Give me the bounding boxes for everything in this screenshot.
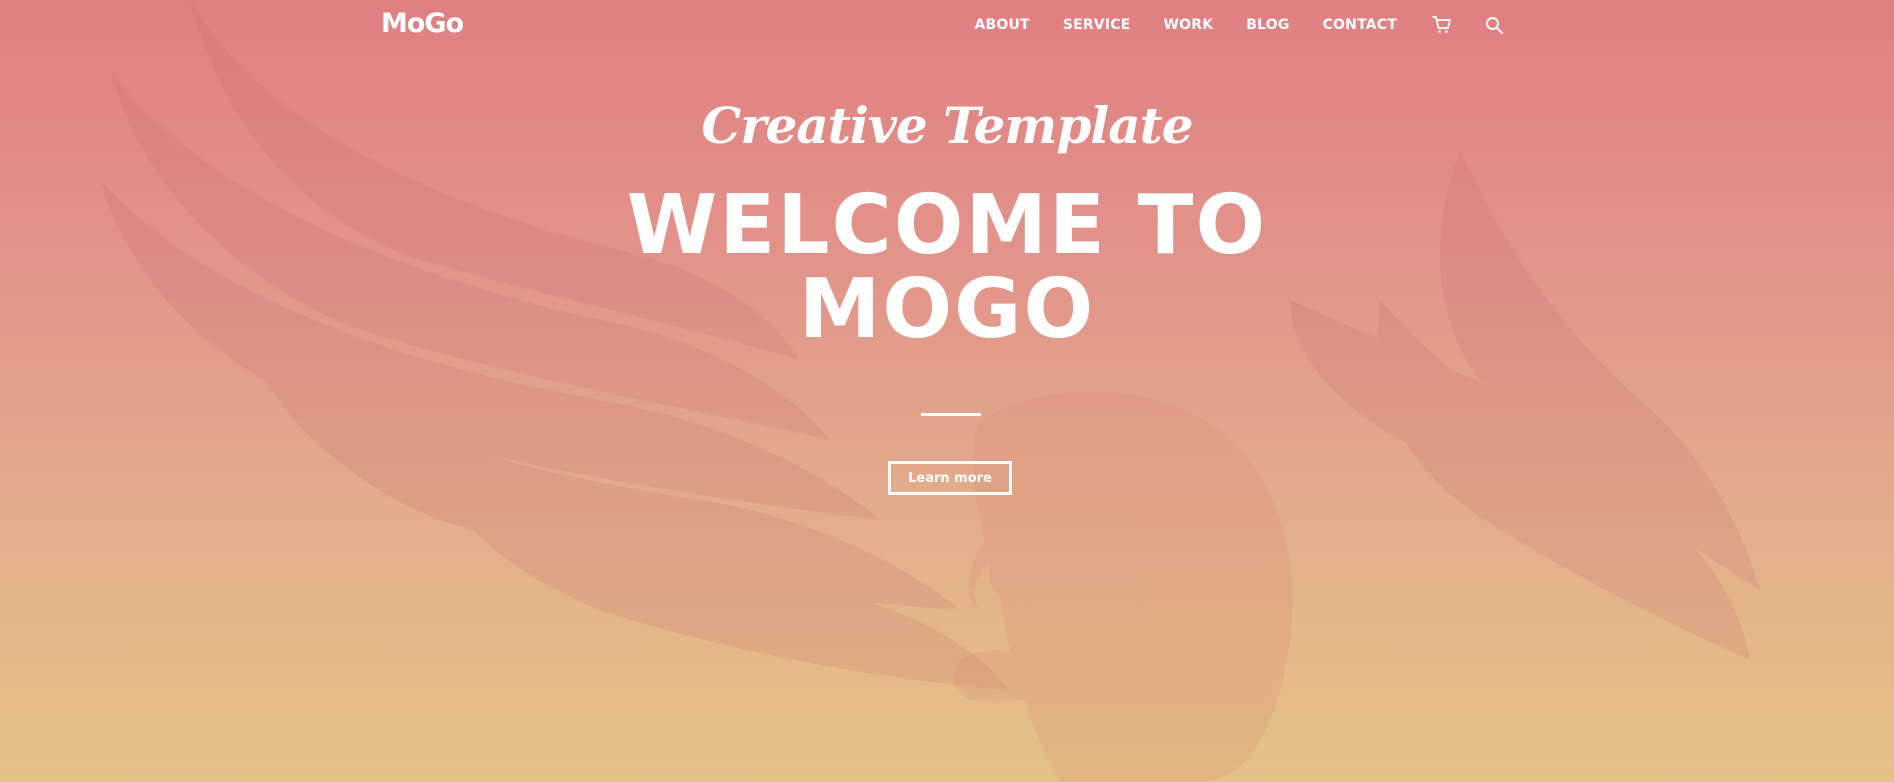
hero-title-line1: WELCOME TO — [626, 178, 1268, 273]
nav-item-work[interactable]: WORK — [1164, 17, 1214, 33]
hero-title: WELCOME TO MOGO — [0, 184, 1894, 352]
hero-divider — [921, 413, 981, 416]
nav-item-about[interactable]: ABOUT — [974, 17, 1029, 33]
learn-more-button[interactable]: Learn more — [888, 461, 1012, 495]
site-header: MoGo ABOUT SERVICE WORK BLOG CONTACT — [381, 0, 1506, 50]
search-icon[interactable] — [1482, 13, 1506, 37]
nav-item-contact[interactable]: CONTACT — [1323, 17, 1397, 33]
cart-icon[interactable] — [1430, 13, 1454, 37]
nav-item-service[interactable]: SERVICE — [1063, 17, 1131, 33]
main-nav: ABOUT SERVICE WORK BLOG CONTACT — [974, 0, 1506, 50]
site-logo[interactable]: MoGo — [381, 8, 464, 39]
hero-title-line2: MOGO — [798, 262, 1096, 357]
nav-item-blog[interactable]: BLOG — [1246, 17, 1289, 33]
hero-subtitle: Creative Template — [701, 96, 1193, 155]
